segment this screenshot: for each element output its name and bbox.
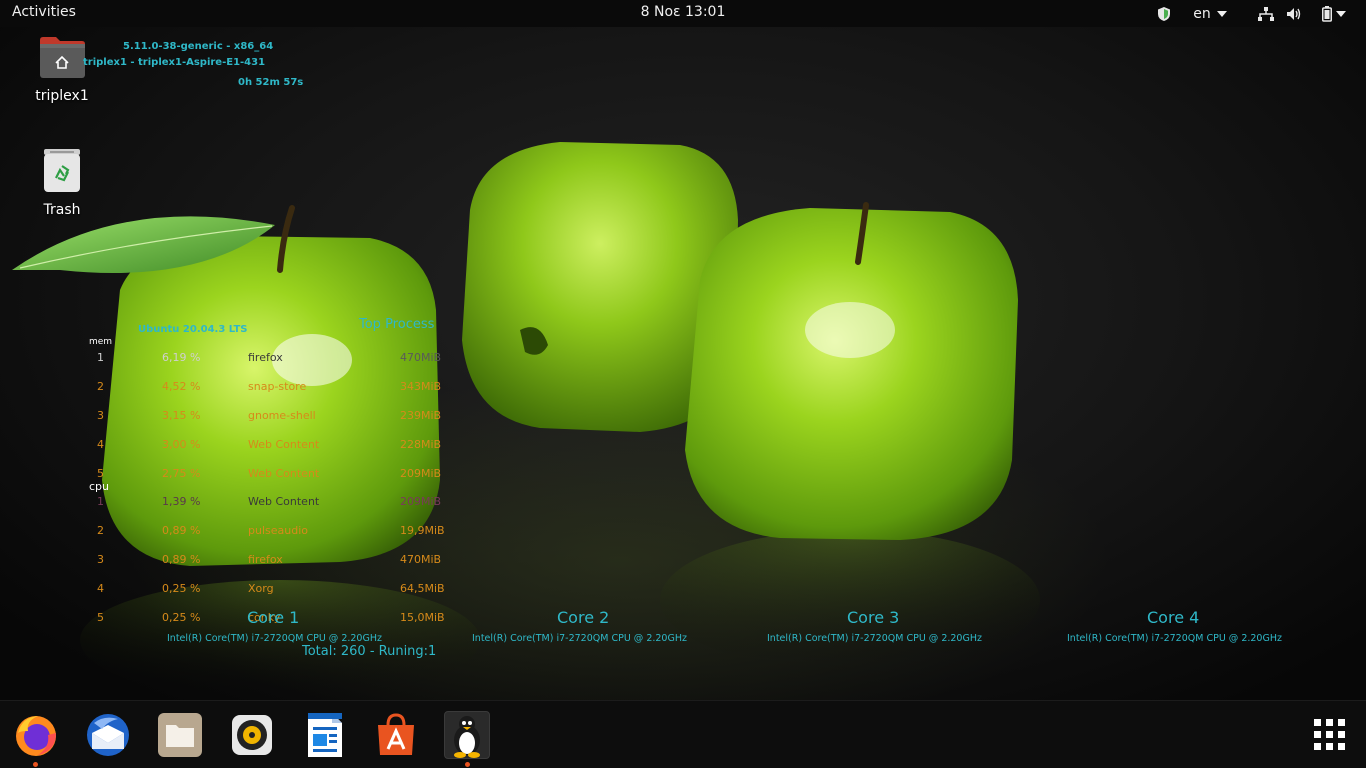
system-menu[interactable]: [1314, 0, 1354, 27]
mem-process-rank: 1: [97, 351, 104, 364]
mem-process-mem: 239MiB: [400, 409, 442, 422]
cpu-process-mem: 15,0MiB: [400, 611, 445, 624]
desktop-icon-trash[interactable]: Trash: [17, 148, 107, 218]
desktop-wallpaper: [0, 0, 1366, 768]
network-icon[interactable]: [1256, 0, 1276, 27]
cpu-process-rank: 3: [97, 553, 104, 566]
cpu-process-name: pulseaudio: [248, 524, 308, 537]
cpu-process-rank: 4: [97, 582, 104, 595]
mem-process-mem: 209MiB: [400, 467, 442, 480]
running-indicator: [33, 762, 38, 767]
rhythmbox-icon: [232, 715, 272, 755]
cpu-process-pct: 0,89 %: [162, 553, 201, 566]
battery-icon: [1322, 5, 1332, 22]
mem-process-name: snap-store: [248, 380, 307, 393]
dock: [0, 700, 1366, 768]
cpu-process-mem: 19,9MiB: [400, 524, 445, 537]
mem-process-name: firefox: [248, 351, 283, 364]
dock-writer[interactable]: [300, 711, 348, 759]
trash-icon: [44, 149, 80, 192]
thunderbird-icon: [87, 714, 129, 756]
mem-process-mem: 343MiB: [400, 380, 442, 393]
mem-process-pct: 2,75 %: [162, 467, 201, 480]
mem-process-rank: 5: [97, 467, 104, 480]
dock-files[interactable]: [156, 711, 204, 759]
desktop-icon-label: triplex1: [35, 88, 89, 104]
cpu-process-name: Web Content: [248, 495, 320, 508]
firefox-icon: [16, 716, 56, 756]
core-4-cpu: Intel(R) Core(TM) i7-2720QM CPU @ 2.20GH…: [1067, 633, 1282, 644]
cpu-process-mem: 209MiB: [400, 495, 442, 508]
core-1-cpu: Intel(R) Core(TM) i7-2720QM CPU @ 2.20GH…: [167, 633, 382, 644]
mem-process-pct: 4,52 %: [162, 380, 201, 393]
cpu-process-mem: 64,5MiB: [400, 582, 445, 595]
cpu-process-mem: 470MiB: [400, 553, 442, 566]
core-3-title: Core 3: [847, 608, 900, 627]
shield-icon[interactable]: [1153, 0, 1175, 27]
cpu-process-pct: 1,39 %: [162, 495, 201, 508]
top-bar: Activities 8 Νοε 13:01 en: [0, 0, 1366, 27]
core-4-title: Core 4: [1147, 608, 1200, 627]
cpu-process-rank: 1: [97, 495, 104, 508]
mem-process-rank: 3: [97, 409, 104, 422]
core-3-cpu: Intel(R) Core(TM) i7-2720QM CPU @ 2.20GH…: [767, 633, 982, 644]
cpu-process-rank: 5: [97, 611, 104, 624]
mem-process-rank: 4: [97, 438, 104, 451]
software-icon: [378, 713, 414, 755]
mem-process-name: Web Content: [248, 467, 320, 480]
mem-process-mem: 228MiB: [400, 438, 442, 451]
chevron-down-icon: [1216, 10, 1227, 17]
conky-total-processes: Total: 260 - Runing:1: [302, 644, 437, 659]
core-2-title: Core 2: [557, 608, 610, 627]
conky-cpu-label: cpu: [89, 480, 110, 493]
chevron-down-icon: [1336, 10, 1346, 17]
desktop-icon-label: Trash: [43, 202, 81, 218]
conky-mem-label: mem: [89, 337, 113, 347]
dock-thunderbird[interactable]: [84, 711, 132, 759]
dock-conky[interactable]: [444, 711, 490, 759]
home-folder-icon: [40, 37, 85, 78]
conky-top-title: Top Process: [359, 317, 435, 332]
activities-button[interactable]: Activities: [12, 4, 76, 20]
show-applications-button[interactable]: [1306, 711, 1354, 759]
mem-process-pct: 6,19 %: [162, 351, 201, 364]
mem-process-pct: 3,00 %: [162, 438, 201, 451]
dock-ubuntu-software[interactable]: [372, 711, 420, 759]
cpu-process-pct: 0,25 %: [162, 611, 201, 624]
writer-icon: [308, 713, 342, 757]
conky-uptime: 0h 52m 57s: [238, 77, 304, 88]
cpu-process-pct: 0,89 %: [162, 524, 201, 537]
keyboard-layout-menu[interactable]: en: [1190, 0, 1230, 27]
core-2-cpu: Intel(R) Core(TM) i7-2720QM CPU @ 2.20GH…: [472, 633, 687, 644]
mem-process-name: gnome-shell: [248, 409, 316, 422]
cpu-process-pct: 0,25 %: [162, 582, 201, 595]
cpu-process-name: Xorg: [248, 582, 274, 595]
cpu-process-name: firefox: [248, 553, 283, 566]
conky-os: Ubuntu 20.04.3 LTS: [138, 324, 248, 335]
clock-button[interactable]: 8 Νοε 13:01: [641, 4, 726, 20]
volume-icon[interactable]: [1284, 0, 1304, 27]
desktop-icon-home[interactable]: triplex1: [17, 36, 107, 104]
core-1-title: Core 1: [247, 608, 300, 627]
mem-process-pct: 3,15 %: [162, 409, 201, 422]
tux-icon: [454, 716, 480, 758]
conky-kernel: 5.11.0-38-generic - x86_64: [123, 41, 274, 52]
mem-process-mem: 470MiB: [400, 351, 442, 364]
cpu-process-rank: 2: [97, 524, 104, 537]
keyboard-layout-label: en: [1193, 5, 1211, 22]
dock-rhythmbox[interactable]: [228, 711, 276, 759]
green-apples-wallpaper-art: [12, 142, 1040, 700]
running-indicator: [465, 762, 470, 767]
mem-process-name: Web Content: [248, 438, 320, 451]
mem-process-rank: 2: [97, 380, 104, 393]
conky-host: triplex1 - triplex1-Aspire-E1-431: [83, 57, 266, 68]
files-icon: [158, 713, 202, 757]
dock-firefox[interactable]: [12, 711, 60, 759]
grid-icon: [1314, 719, 1345, 750]
